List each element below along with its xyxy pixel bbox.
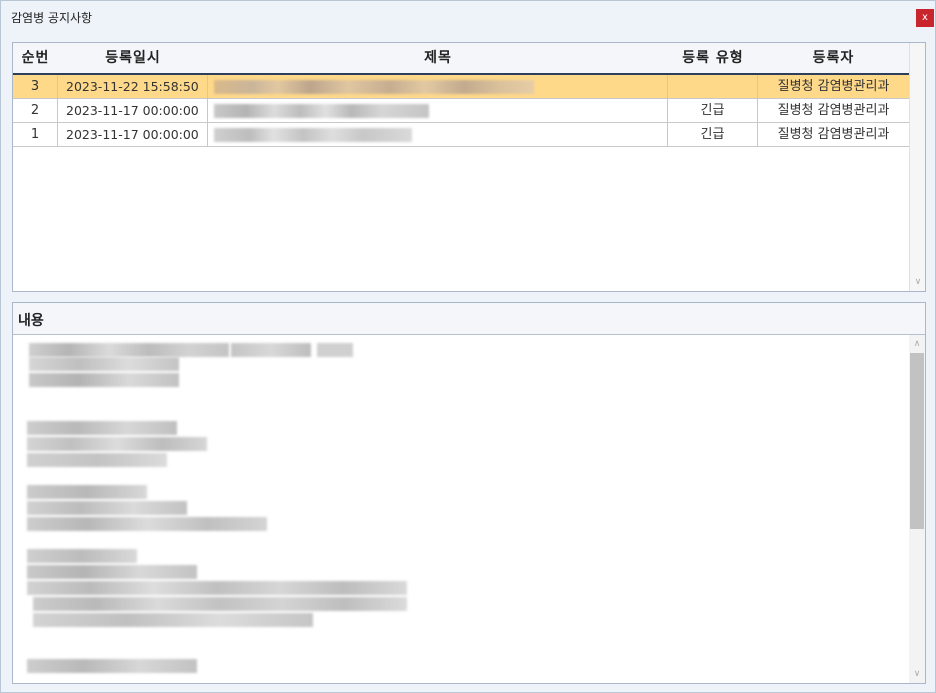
row-type: 긴급 [668, 99, 758, 122]
chevron-down-icon[interactable]: ∨ [910, 275, 926, 289]
chevron-down-icon[interactable]: ∨ [909, 667, 925, 681]
close-button[interactable]: x [916, 9, 934, 27]
chevron-up-icon[interactable]: ∧ [909, 337, 925, 351]
row-title-redacted [208, 99, 668, 122]
row-date: 2023-11-17 00:00:00 [58, 99, 208, 122]
column-header-registrant[interactable]: 등록자 [758, 43, 909, 73]
row-registrant: 질병청 감염병관리과 [777, 103, 890, 118]
content-scrollbar[interactable]: ∧ ∨ [909, 335, 925, 683]
grid-scrollbar[interactable]: ∨ [909, 43, 925, 291]
row-registrant: 질병청 감염병관리과 [777, 127, 890, 142]
row-type [668, 75, 758, 98]
close-icon: x [922, 12, 928, 23]
table-row[interactable]: 3 2023-11-22 15:58:50 질병청 감염병관리과 [13, 75, 909, 99]
table-row[interactable]: 1 2023-11-17 00:00:00 긴급 질병청 감염병관리과 [13, 123, 909, 147]
content-text-redacted[interactable] [13, 335, 909, 683]
row-registrant: 질병청 감염병관리과 [777, 79, 890, 94]
notice-window: 감염병 공지사항 x 순번 등록일시 제목 등록 유형 등록자 3 2023-1… [0, 0, 936, 693]
table-row[interactable]: 2 2023-11-17 00:00:00 긴급 질병청 감염병관리과 [13, 99, 909, 123]
column-header-title[interactable]: 제목 [208, 43, 668, 73]
row-date: 2023-11-17 00:00:00 [58, 123, 208, 146]
row-title-redacted [208, 75, 668, 98]
content-panel: 내용 ∧ ∨ [12, 302, 926, 684]
column-header-date[interactable]: 등록일시 [58, 43, 208, 73]
content-title: 내용 [18, 313, 44, 329]
row-no: 2 [13, 99, 58, 122]
grid-header: 순번 등록일시 제목 등록 유형 등록자 [13, 43, 909, 75]
row-date: 2023-11-22 15:58:50 [58, 75, 208, 98]
notice-grid: 순번 등록일시 제목 등록 유형 등록자 3 2023-11-22 15:58:… [12, 42, 926, 292]
row-no: 1 [13, 123, 58, 146]
column-header-type[interactable]: 등록 유형 [668, 43, 758, 73]
row-title-redacted [208, 123, 668, 146]
window-title: 감염병 공지사항 [11, 11, 93, 25]
scrollbar-thumb[interactable] [910, 353, 924, 529]
title-bar: 감염병 공지사항 x [1, 1, 935, 33]
row-type: 긴급 [668, 123, 758, 146]
row-no: 3 [13, 75, 58, 98]
content-header: 내용 [13, 303, 925, 335]
column-header-no[interactable]: 순번 [13, 43, 58, 73]
